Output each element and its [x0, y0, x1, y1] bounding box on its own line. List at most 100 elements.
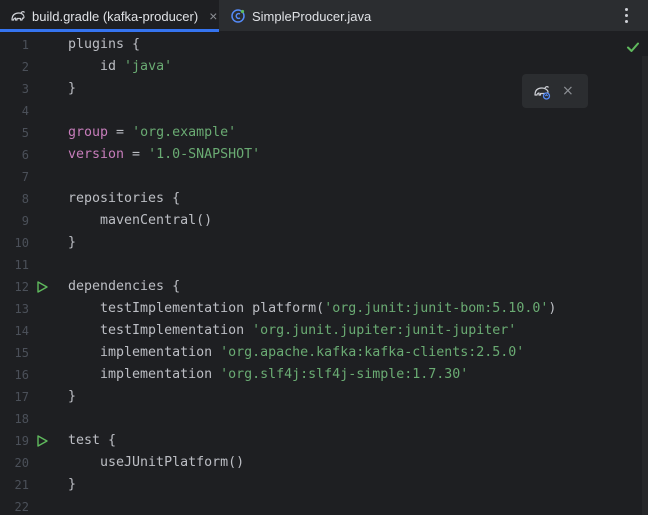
code-line[interactable]: 15 implementation 'org.apache.kafka:kafk… [0, 342, 648, 364]
close-popup-icon[interactable]: × [562, 83, 574, 99]
code-text: plugins { [68, 34, 140, 56]
more-vertical-icon[interactable] [618, 4, 634, 26]
code-token: implementation [68, 345, 221, 360]
code-token: ) [548, 301, 557, 316]
line-number: 6 [21, 148, 29, 162]
code-line[interactable]: 1 plugins { [0, 34, 648, 56]
code-token: = [108, 125, 133, 140]
close-tab-icon[interactable]: × [209, 8, 217, 24]
code-token: plugins { [68, 37, 141, 52]
code-line[interactable]: 19 test { [0, 430, 648, 452]
code-token: id [68, 59, 125, 74]
code-line[interactable]: 17} [0, 386, 648, 408]
code-line[interactable]: 21} [0, 474, 648, 496]
code-text: version = '1.0-SNAPSHOT' [68, 144, 260, 166]
code-token: } [68, 389, 77, 404]
code-line[interactable]: 11 [0, 254, 648, 276]
code-line[interactable]: 8 repositories { [0, 188, 648, 210]
code-text: } [68, 474, 76, 496]
editor-scrollbar[interactable] [642, 56, 648, 515]
line-number: 18 [14, 412, 29, 426]
code-line[interactable]: 22 [0, 496, 648, 515]
code-text: mavenCentral() [68, 210, 212, 232]
line-number: 16 [14, 368, 29, 382]
code-text: testImplementation 'org.junit.jupiter:ju… [68, 320, 516, 342]
gradle-elephant-icon [10, 8, 26, 24]
code-text: dependencies { [68, 276, 180, 298]
code-line[interactable]: 13 testImplementation platform('org.juni… [0, 298, 648, 320]
line-number: 11 [14, 258, 29, 272]
tab-simple-producer[interactable]: SimpleProducer.java [228, 0, 371, 32]
line-number: 5 [21, 126, 29, 140]
code-token: repositories { [68, 191, 181, 206]
line-number: 3 [21, 82, 29, 96]
code-token: mavenCentral() [68, 213, 213, 228]
property-token: group [68, 125, 109, 140]
code-token: dependencies { [68, 279, 181, 294]
code-text: } [68, 386, 76, 408]
code-line[interactable]: 7 [0, 166, 648, 188]
line-number: 21 [14, 478, 29, 492]
string-literal: 'java' [124, 59, 173, 74]
code-text: group = 'org.example' [68, 122, 236, 144]
code-text: test { [68, 430, 116, 452]
line-number: 4 [21, 104, 29, 118]
string-literal: 'org.apache.kafka:kafka-clients:2.5.0' [220, 345, 525, 360]
string-literal: 'org.junit.jupiter:junit-jupiter' [252, 323, 517, 338]
checkmark-icon[interactable] [626, 39, 640, 53]
code-text: id 'java' [68, 56, 172, 78]
gradle-sync-popup: × [522, 74, 588, 108]
java-class-icon [230, 8, 246, 24]
code-text: } [68, 78, 76, 100]
code-token: implementation [68, 367, 221, 382]
code-token: testImplementation platform( [68, 301, 325, 316]
code-token: } [68, 81, 77, 96]
code-line[interactable]: 9 mavenCentral() [0, 210, 648, 232]
code-token: } [68, 235, 77, 250]
tab-label: build.gradle (kafka-producer) [32, 8, 199, 24]
string-literal: 'org.example' [132, 125, 237, 140]
line-number: 20 [14, 456, 29, 470]
run-gutter-icon[interactable] [36, 281, 48, 293]
code-line[interactable]: 5 group = 'org.example' [0, 122, 648, 144]
code-line[interactable]: 16 implementation 'org.slf4j:slf4j-simpl… [0, 364, 648, 386]
line-number: 1 [21, 38, 29, 52]
code-token: useJUnitPlatform() [68, 455, 245, 470]
code-line[interactable]: 12 dependencies { [0, 276, 648, 298]
line-number: 10 [14, 236, 29, 250]
gradle-sync-icon[interactable] [533, 82, 551, 100]
line-number: 2 [21, 60, 29, 74]
tab-build-gradle[interactable]: build.gradle (kafka-producer) × [0, 0, 219, 32]
line-number: 22 [14, 500, 29, 514]
line-number: 19 [14, 434, 29, 448]
code-text: useJUnitPlatform() [68, 452, 244, 474]
code-line[interactable]: 6 version = '1.0-SNAPSHOT' [0, 144, 648, 166]
string-literal: 'org.junit:junit-bom:5.10.0' [324, 301, 549, 316]
line-number: 17 [14, 390, 29, 404]
string-literal: 'org.slf4j:slf4j-simple:1.7.30' [220, 367, 469, 382]
line-number: 12 [14, 280, 29, 294]
code-text: implementation 'org.apache.kafka:kafka-c… [68, 342, 524, 364]
code-text: implementation 'org.slf4j:slf4j-simple:1… [68, 364, 468, 386]
code-text: repositories { [68, 188, 180, 210]
code-text: testImplementation platform('org.junit:j… [68, 298, 556, 320]
line-number: 8 [21, 192, 29, 206]
code-line[interactable]: 14 testImplementation 'org.junit.jupiter… [0, 320, 648, 342]
code-token: } [68, 477, 77, 492]
code-line[interactable]: 10} [0, 232, 648, 254]
line-number: 7 [21, 170, 29, 184]
line-number: 9 [21, 214, 29, 228]
code-text: } [68, 232, 76, 254]
line-number: 13 [14, 302, 29, 316]
property-token: version [68, 147, 125, 162]
code-line[interactable]: 20 useJUnitPlatform() [0, 452, 648, 474]
code-token: = [124, 147, 149, 162]
run-gutter-icon[interactable] [36, 435, 48, 447]
code-line[interactable]: 18 [0, 408, 648, 430]
line-number: 14 [14, 324, 29, 338]
code-token: test { [68, 433, 117, 448]
editor-tab-bar: build.gradle (kafka-producer) × SimplePr… [0, 0, 648, 32]
string-literal: '1.0-SNAPSHOT' [148, 147, 261, 162]
code-token: testImplementation [68, 323, 253, 338]
tab-label: SimpleProducer.java [252, 8, 372, 24]
